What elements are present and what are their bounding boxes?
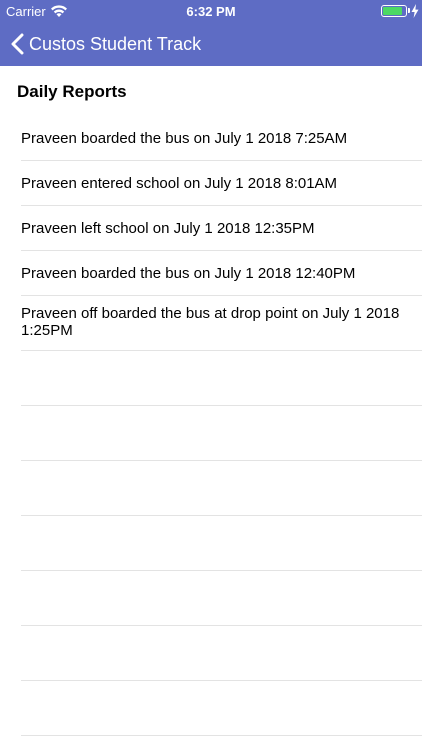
back-button[interactable]: Custos Student Track xyxy=(10,30,201,58)
empty-row xyxy=(21,626,422,681)
list-item[interactable]: Praveen off boarded the bus at drop poin… xyxy=(21,296,422,351)
status-bar: Carrier 6:32 PM xyxy=(0,0,422,22)
list-item[interactable]: Praveen boarded the bus on July 1 2018 7… xyxy=(21,116,422,161)
nav-title: Custos Student Track xyxy=(29,33,202,54)
empty-row xyxy=(21,351,422,406)
empty-row xyxy=(21,681,422,736)
empty-row xyxy=(21,571,422,626)
list-item[interactable]: Praveen boarded the bus on July 1 2018 1… xyxy=(21,251,422,296)
section-title: Daily Reports xyxy=(17,82,127,101)
charging-bolt-icon xyxy=(411,4,419,18)
list-item[interactable]: Praveen entered school on July 1 2018 8:… xyxy=(21,161,422,206)
chevron-left-icon xyxy=(11,33,24,55)
empty-row xyxy=(21,406,422,461)
empty-row xyxy=(21,516,422,571)
clock: 6:32 PM xyxy=(186,4,236,19)
battery-icon xyxy=(381,5,407,17)
empty-row xyxy=(21,461,422,516)
battery-nub xyxy=(408,8,410,13)
list-item[interactable]: Praveen left school on July 1 2018 12:35… xyxy=(21,206,422,251)
reports-list[interactable]: Praveen boarded the bus on July 1 2018 7… xyxy=(21,116,422,736)
app-header: Carrier 6:32 PM Custos Student Track xyxy=(0,0,422,66)
battery-level xyxy=(383,7,402,15)
reports-screen[interactable]: Daily Reports Praveen boarded the bus on… xyxy=(0,66,422,750)
navigation-bar: Custos Student Track xyxy=(0,22,422,66)
